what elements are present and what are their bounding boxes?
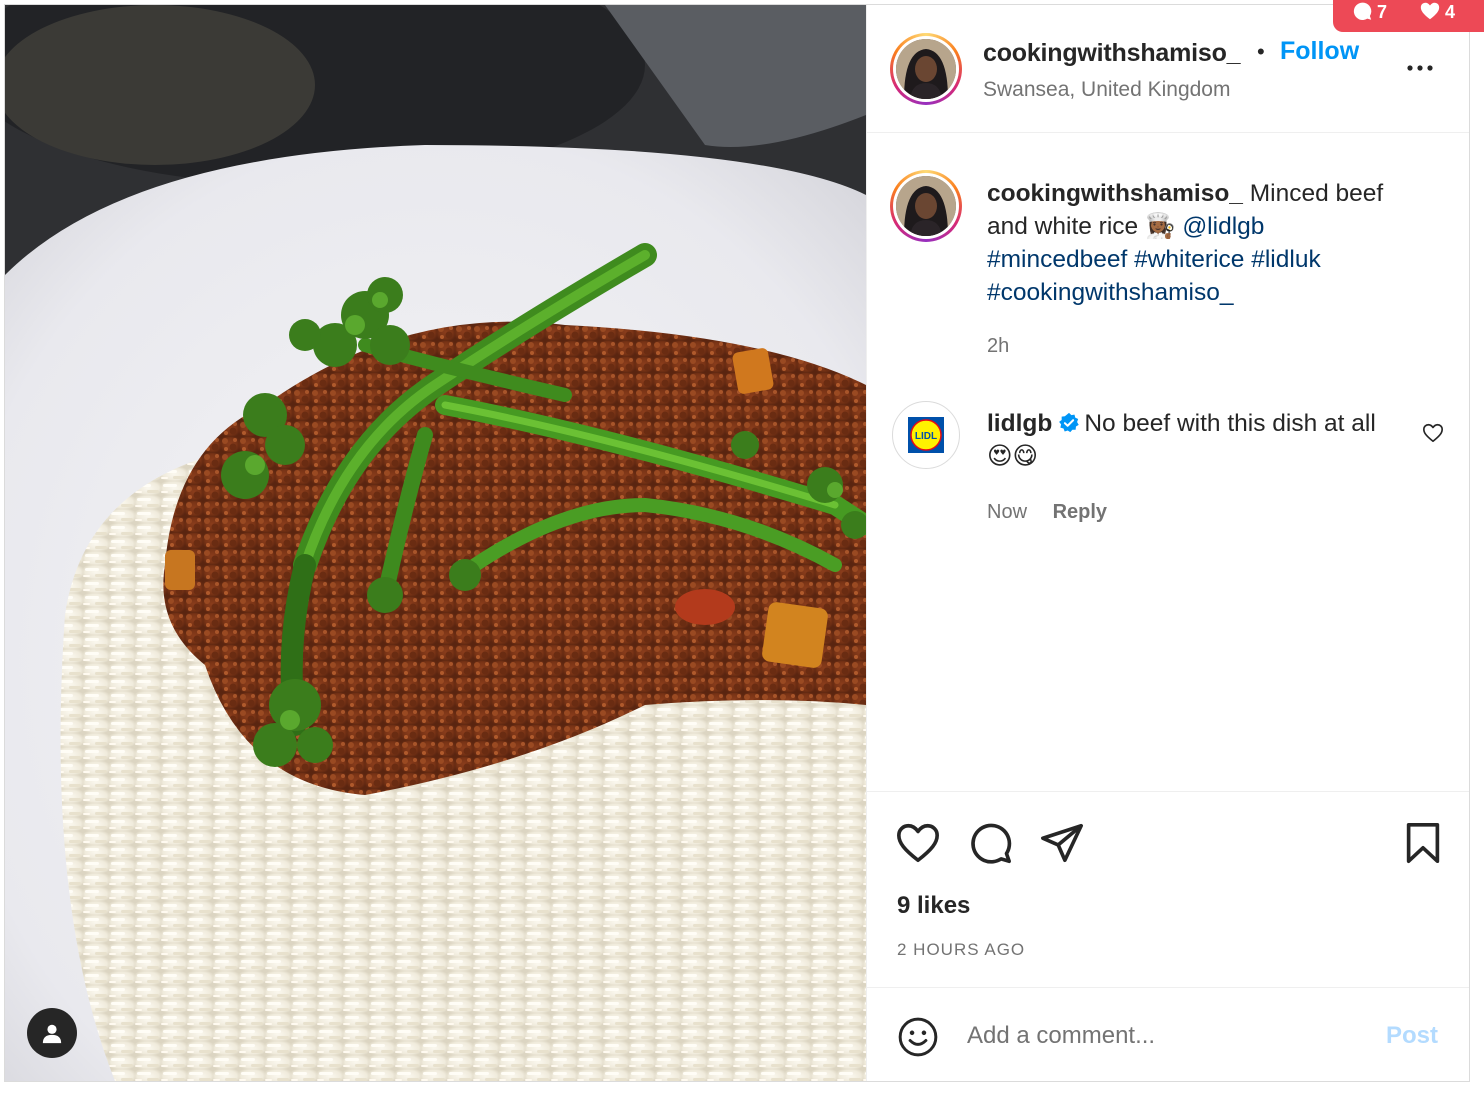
author-username[interactable]: cookingwithshamiso_: [983, 39, 1241, 68]
post-photo[interactable]: [5, 5, 866, 1081]
comment-timestamp[interactable]: Now: [987, 501, 1027, 523]
comment-like-heart-icon[interactable]: [1422, 422, 1444, 444]
comment-emoji: 😍😋: [987, 443, 1039, 470]
comment-icon[interactable]: [967, 820, 1013, 866]
post-time-ago[interactable]: 2 HOURS AGO: [897, 940, 1025, 960]
comment-notification-count: 7: [1377, 2, 1388, 22]
caption-text: cookingwithshamiso_ Minced beef and whit…: [987, 177, 1427, 309]
comment-meta: Now Reply: [987, 501, 1107, 524]
comment-text: lidlgb No beef with this dish at all 😍😋: [987, 407, 1407, 473]
post-actions: 9 likes 2 HOURS AGO: [867, 791, 1469, 987]
caption-timestamp[interactable]: 2h: [987, 335, 1009, 358]
like-notification-icon: [1420, 2, 1440, 20]
separator-dot: •: [1257, 39, 1265, 64]
like-notification-count: 4: [1445, 2, 1456, 22]
hashtag-link[interactable]: #mincedbeef: [987, 246, 1127, 273]
heart-icon[interactable]: [895, 820, 941, 866]
more-horizontal-icon[interactable]: [1402, 56, 1438, 80]
post-modal: cookingwithshamiso_ • Follow Swansea, Un…: [4, 4, 1470, 1082]
share-icon[interactable]: [1039, 820, 1085, 866]
svg-text:LIDL: LIDL: [915, 431, 937, 442]
commenter-avatar[interactable]: LIDL: [892, 401, 960, 469]
hashtag-link[interactable]: #lidluk: [1251, 246, 1320, 273]
mention-link[interactable]: @lidlgb: [1182, 213, 1264, 240]
hashtag-link[interactable]: #cookingwithshamiso_: [987, 279, 1234, 306]
comment-composer: Post: [867, 987, 1469, 1081]
comment-input[interactable]: [967, 1018, 1367, 1054]
hashtag-link[interactable]: #whiterice: [1134, 246, 1244, 273]
bookmark-icon[interactable]: [1400, 820, 1446, 866]
chef-emoji: 👩🏾‍🍳: [1144, 213, 1176, 240]
lidl-logo: LIDL: [908, 417, 944, 453]
profile-photo: [896, 39, 956, 99]
comment-notification-icon: [1353, 2, 1372, 21]
reply-button[interactable]: Reply: [1053, 501, 1107, 523]
user-icon: [42, 1024, 62, 1044]
profile-photo: [896, 176, 956, 236]
emoji-icon[interactable]: [897, 1016, 939, 1058]
post-side-panel: cookingwithshamiso_ • Follow Swansea, Un…: [866, 5, 1469, 1081]
verified-badge-icon: [1059, 412, 1080, 433]
food-image: [5, 5, 866, 1081]
post-comment-button[interactable]: Post: [1386, 1022, 1438, 1050]
post-location[interactable]: Swansea, United Kingdom: [983, 78, 1230, 102]
follow-button[interactable]: Follow: [1280, 37, 1359, 66]
likes-count[interactable]: 9 likes: [897, 892, 970, 920]
author-avatar[interactable]: [890, 33, 962, 105]
caption-avatar[interactable]: [890, 170, 962, 242]
tagged-users-button[interactable]: [27, 1008, 77, 1058]
activity-notification-badge[interactable]: 7 4: [1333, 0, 1484, 32]
comment-body: No beef with this dish at all: [1084, 410, 1376, 437]
commenter-username[interactable]: lidlgb: [987, 410, 1052, 437]
caption-username[interactable]: cookingwithshamiso_: [987, 180, 1243, 207]
